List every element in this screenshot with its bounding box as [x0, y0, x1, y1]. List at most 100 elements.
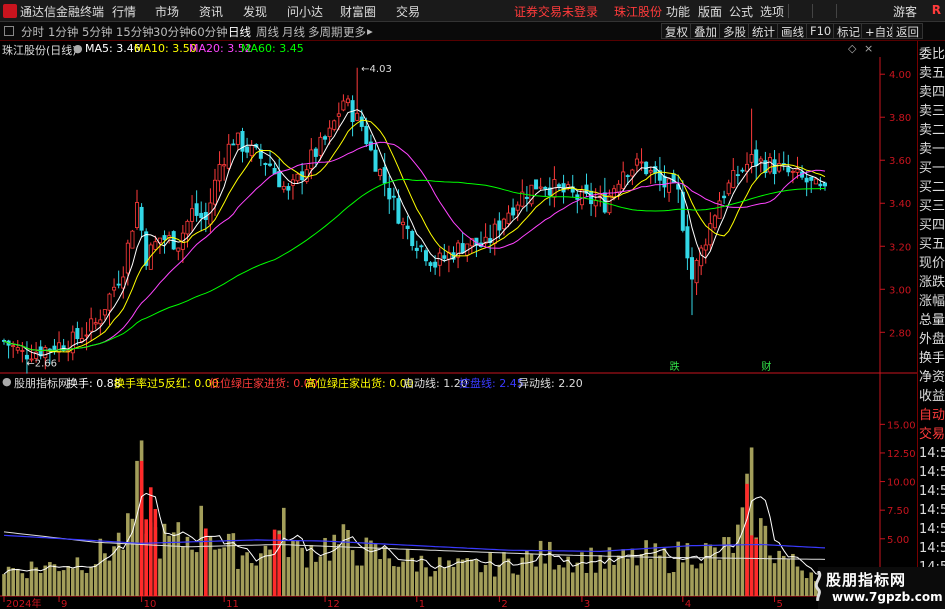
candle-body — [818, 183, 823, 187]
quote-row: 总量 — [919, 313, 945, 328]
candle-body — [277, 171, 282, 188]
period-daily[interactable]: 日线 — [228, 24, 251, 40]
turnover-bar — [433, 571, 437, 596]
turnover-bar — [736, 524, 740, 596]
turnover-bar — [607, 547, 612, 596]
candle-body — [15, 347, 20, 351]
turnover-bar — [89, 566, 93, 596]
btn-back[interactable]: 返回 — [892, 23, 923, 39]
candle-body — [735, 174, 740, 176]
menu-faxian[interactable]: 发现 — [243, 3, 267, 20]
close-icon[interactable]: × — [864, 42, 873, 55]
candle-body — [433, 261, 438, 268]
ma60-label: MA60: 3.45 — [241, 42, 304, 55]
ma10-line — [3, 119, 826, 353]
r-icon[interactable]: R — [932, 3, 941, 17]
candle-body — [373, 149, 378, 172]
btn-huaxian[interactable]: 画线 — [777, 23, 808, 39]
candle-body — [378, 168, 383, 177]
period-multi[interactable]: 多周期 — [308, 24, 343, 40]
turnover-bar — [281, 507, 286, 596]
ma-header: 珠江股份(日线) ● MA5: 3.46 MA10: 3.50 MA20: 3.… — [0, 41, 880, 57]
turnover-bar — [529, 553, 534, 596]
period-monthly[interactable]: 月线 — [282, 24, 305, 40]
watermark-logo-icon — [814, 571, 822, 601]
quote-row: 买五 — [919, 237, 945, 252]
menu-xuanxiang[interactable]: 选项 — [760, 3, 784, 20]
high-out-value: 高位绿庄家出货: 0.00 — [305, 377, 414, 390]
btn-diejia[interactable]: 叠加 — [690, 23, 721, 39]
diamond-icon[interactable]: ◇ — [848, 42, 856, 55]
turnover-bar — [786, 559, 791, 596]
turnover-bar — [350, 550, 355, 596]
candle-body — [506, 212, 511, 224]
turnover-bar — [15, 568, 20, 596]
turnover-bar — [135, 460, 139, 596]
turnover-bar — [708, 544, 713, 596]
turnover-bar — [66, 566, 71, 596]
turnover-bar — [763, 525, 768, 596]
turnover-bar — [548, 541, 552, 596]
period-weekly[interactable]: 周线 — [256, 24, 279, 40]
candle-body — [767, 157, 772, 173]
menu-shichang[interactable]: 市场 — [155, 3, 179, 20]
period-60min[interactable]: 60分钟 — [190, 24, 228, 40]
quote-row: 换手 — [919, 351, 945, 366]
menu-caifuquan[interactable]: 财富圈 — [340, 3, 376, 20]
settings-dot-icon[interactable]: ● — [73, 42, 83, 55]
menu-wenxiaoda[interactable]: 问小达 — [287, 3, 323, 20]
btn-duogu[interactable]: 多股 — [719, 23, 750, 39]
turnover-red-bar — [754, 538, 759, 596]
candle-body — [102, 309, 107, 316]
btn-f10[interactable]: F10 — [806, 23, 836, 39]
btn-tongji[interactable]: 统计 — [748, 23, 779, 39]
price-tick-label: 3.40 — [889, 199, 911, 210]
candle-body — [515, 204, 520, 211]
time-tick-label: 5 — [777, 599, 783, 609]
period-fenshi[interactable]: 分时 — [21, 24, 44, 40]
menu-banmian[interactable]: 版面 — [698, 3, 722, 20]
quote-panel: 委比 卖五 卖四 卖三 卖二 卖一 买一 买二 买三 买四 买五 现价 涨跌 涨幅 总量 外盘 换手 净资 收益 自动… — [917, 41, 945, 609]
period-1min[interactable]: 1分钟 — [48, 24, 78, 40]
trade-login-notice[interactable]: 证券交易未登录 — [514, 3, 598, 20]
time-tick-label: 11 — [226, 599, 239, 609]
candle-body — [268, 163, 273, 166]
quote-row: 外盘 — [919, 332, 945, 347]
period-15min[interactable]: 15分钟 — [116, 24, 154, 40]
btn-fuquan[interactable]: 复权 — [661, 23, 692, 39]
period-5min[interactable]: 5分钟 — [82, 24, 112, 40]
guest-label[interactable]: 游客 — [893, 3, 917, 20]
turnover-bar — [25, 578, 29, 596]
candle-body — [616, 183, 621, 193]
turnover-bar — [479, 572, 483, 596]
candle-body — [524, 196, 529, 199]
settings-dot-icon[interactable]: ● — [2, 375, 12, 388]
menu-gongshi[interactable]: 公式 — [729, 3, 753, 20]
turnover-red-bar — [148, 487, 153, 596]
turnover-bar — [304, 567, 309, 596]
turnover-bar — [451, 566, 456, 596]
candle-body — [625, 175, 630, 177]
turnover-bar — [437, 557, 442, 596]
quote-row: 14:5 — [919, 484, 945, 499]
turnover-bar — [639, 553, 644, 596]
turnover-bar — [456, 558, 460, 596]
collapse-icon[interactable] — [4, 26, 14, 36]
period-more[interactable]: 更多 — [343, 24, 366, 40]
quote-row: 买二 — [919, 180, 945, 195]
turnover-bar — [213, 549, 217, 596]
menu-zixun[interactable]: 资讯 — [199, 3, 223, 20]
chart-canvas[interactable]: 2.80 3.00 3.20 3.40 3.60 3.80 4.00 5.00 7.50 10.0… — [0, 41, 917, 609]
menu-gongneng[interactable]: 功能 — [666, 3, 690, 20]
menu-hangqing[interactable]: 行情 — [112, 3, 136, 20]
candle-body — [419, 245, 424, 248]
turnover-bar — [401, 561, 405, 596]
period-30min[interactable]: 30分钟 — [153, 24, 191, 40]
btn-biaoji[interactable]: 标记 — [833, 23, 864, 39]
turnover-bar — [584, 572, 589, 596]
menu-jiaoyi[interactable]: 交易 — [396, 3, 420, 20]
turnover-red-bar — [153, 509, 158, 596]
turnover-bar — [222, 547, 226, 596]
turnover-bar — [167, 535, 171, 596]
app-logo-icon — [3, 4, 17, 18]
